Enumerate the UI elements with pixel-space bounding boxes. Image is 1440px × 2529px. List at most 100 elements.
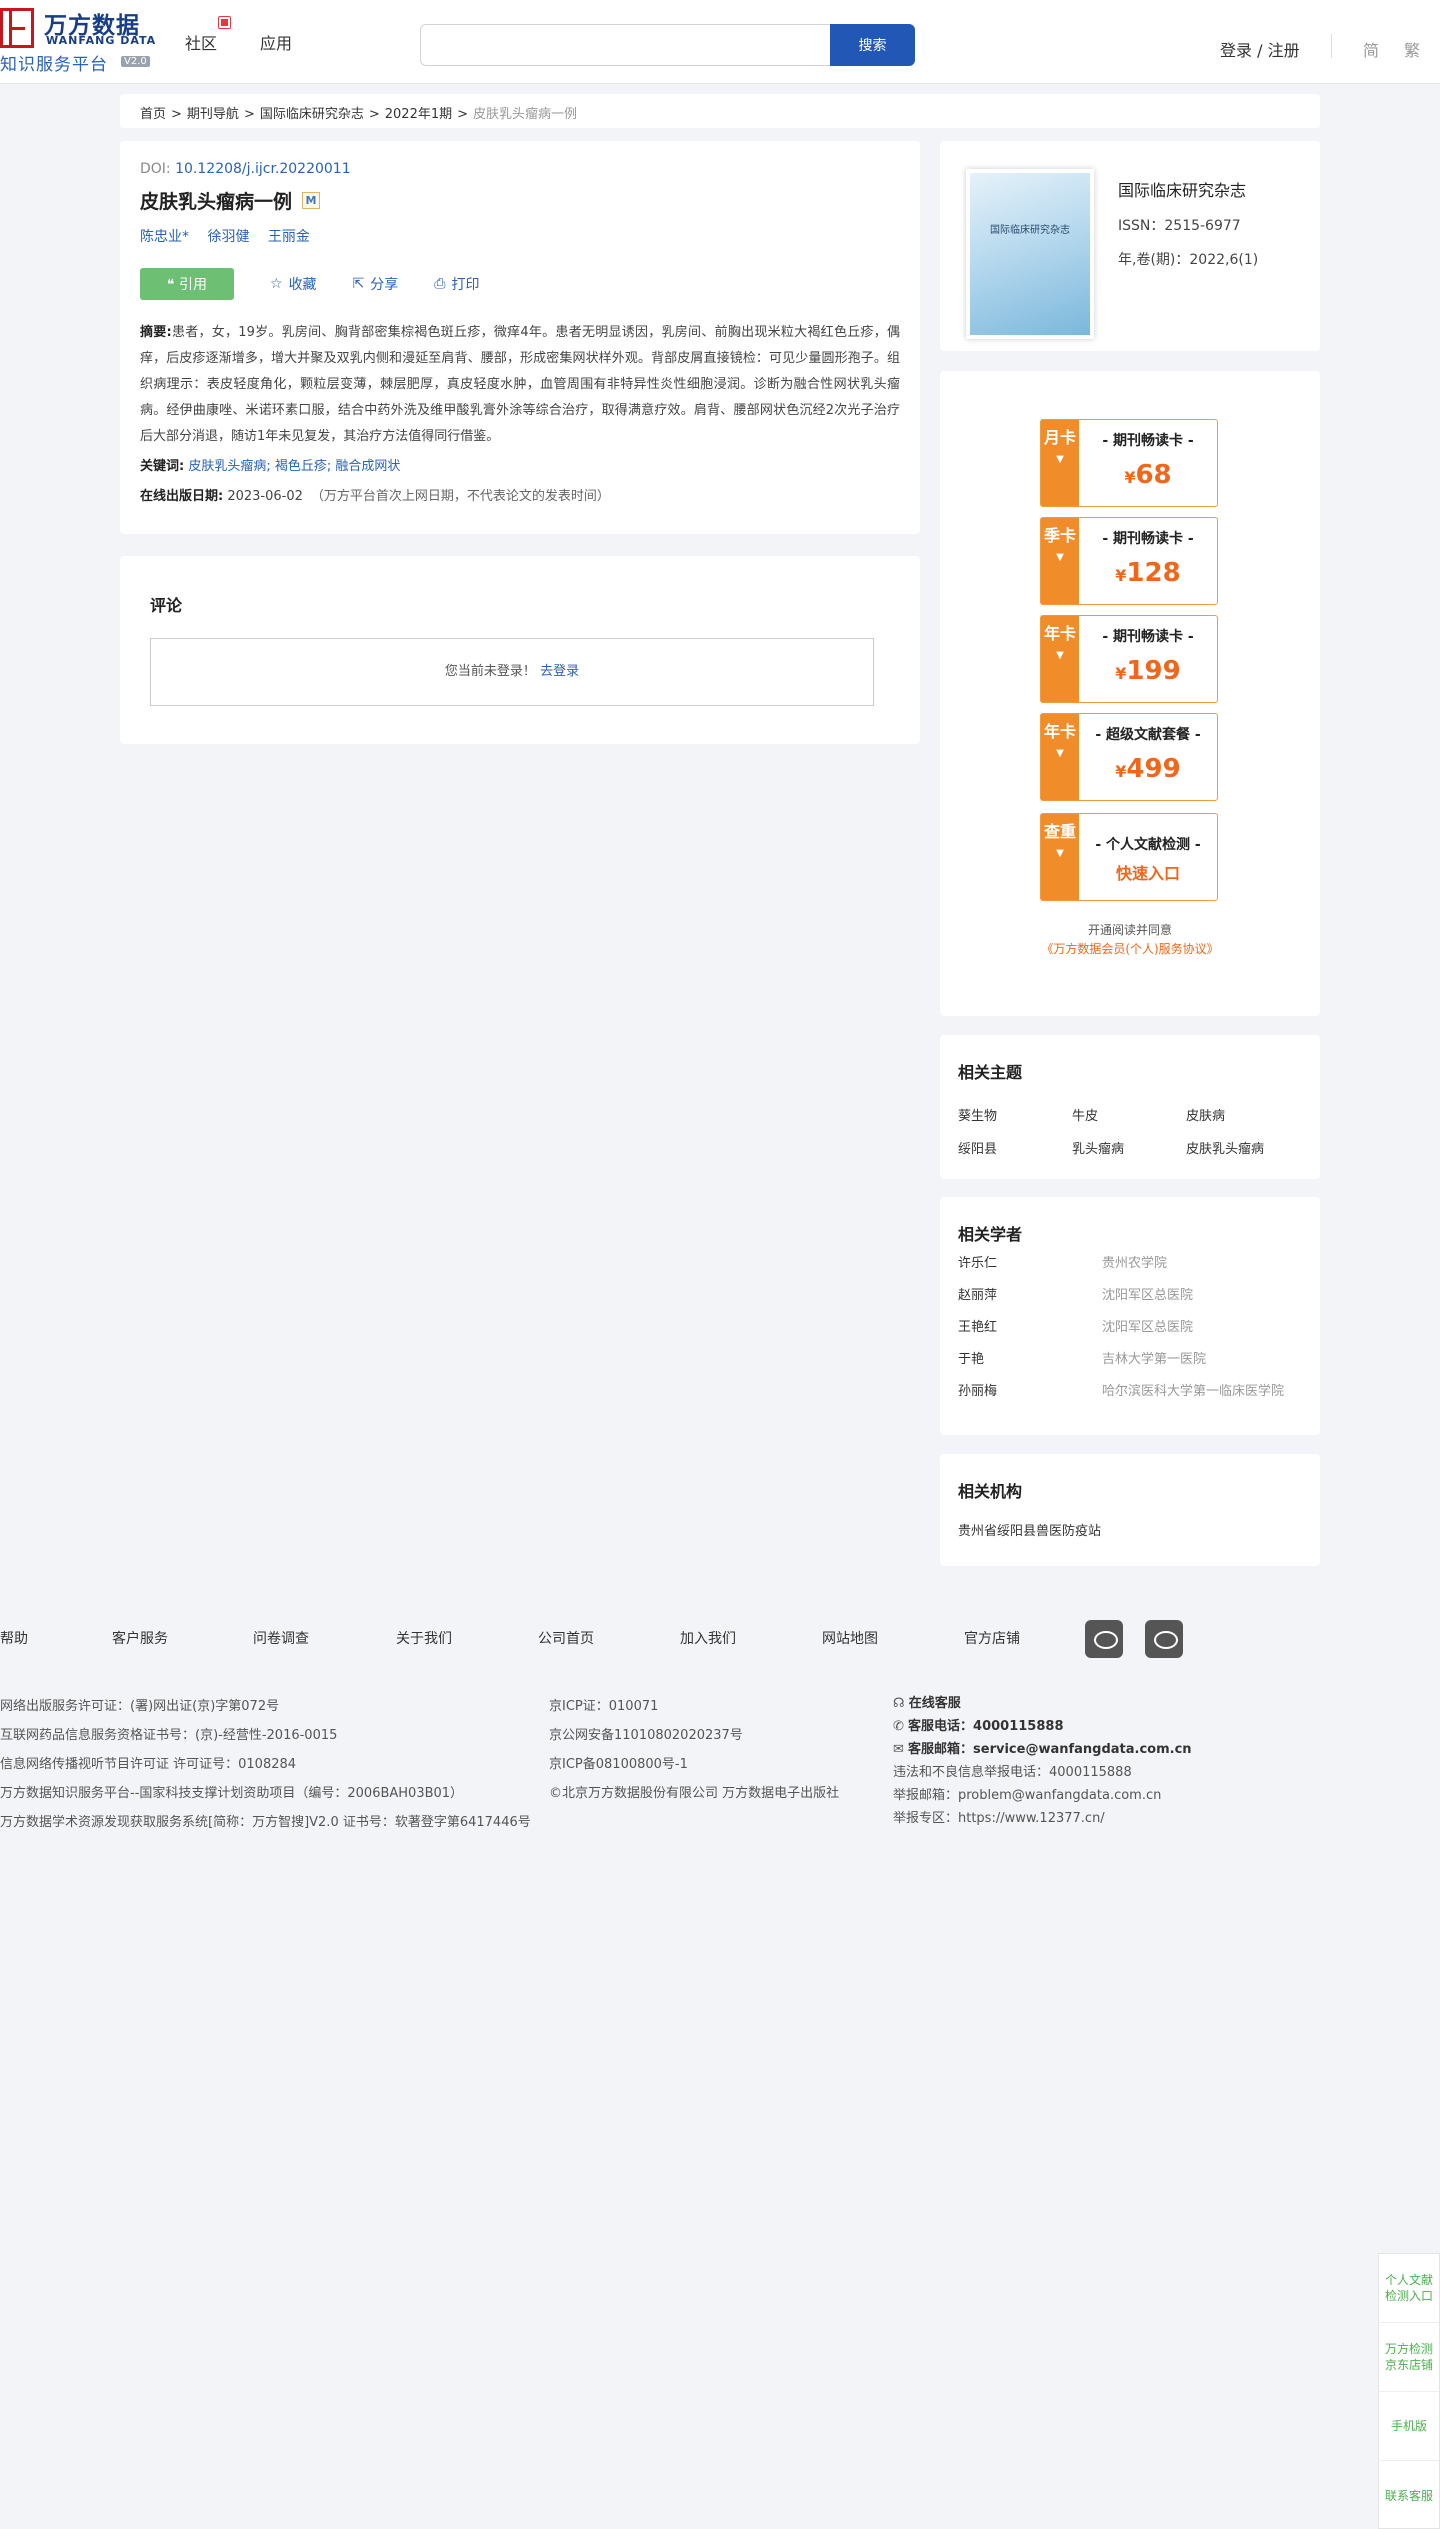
- favorite-button[interactable]: ☆ 收藏: [270, 274, 317, 294]
- vip-tag-text: 季卡: [1043, 526, 1076, 545]
- service-agreement-link[interactable]: 《万方数据会员(个人)服务协议》: [940, 940, 1320, 957]
- star-icon: ☆: [270, 276, 283, 292]
- footer-license-line: 互联网药品信息服务资格证书号：(京)-经营性-2016-0015: [0, 1728, 338, 1743]
- login-register-link[interactable]: 登录 / 注册: [1220, 37, 1300, 61]
- related-orgs-title: 相关机构: [958, 1482, 1023, 1501]
- yen-sign: ¥: [1115, 566, 1127, 585]
- vip-month-card[interactable]: 月卡 ▼ - 期刊畅读卡 - ¥68: [1040, 419, 1218, 507]
- vip-tag: 年卡 ▼: [1041, 616, 1079, 702]
- journal-cover[interactable]: 国际临床研究杂志: [966, 169, 1094, 339]
- logo-mark-icon: [0, 8, 34, 48]
- vip-tag-text: 查重: [1043, 822, 1076, 841]
- go-login-link[interactable]: 去登录: [540, 664, 579, 679]
- vip-year-card[interactable]: 年卡 ▼ - 期刊畅读卡 - ¥199: [1040, 615, 1218, 703]
- vip-price-value: 128: [1126, 558, 1181, 588]
- scholar-name[interactable]: 于艳: [958, 1348, 1102, 1367]
- double-down-arrow-icon: ▼: [1056, 650, 1064, 661]
- doi-link[interactable]: 10.12208/j.ijcr.20220011: [175, 161, 351, 177]
- footer-icp-column: 京ICP证：010071 京公网安备11010802020237号 京ICP备0…: [549, 1692, 839, 1808]
- scholar-org[interactable]: 哈尔滨医科大学第一临床医学院: [1102, 1380, 1284, 1399]
- footer-official-store[interactable]: 官方店铺: [964, 1628, 1020, 1648]
- abstract: 摘要:患者，女，19岁。乳房间、胸背部密集棕褐色斑丘疹，微痒4年。患者无明显诱因…: [140, 320, 900, 450]
- vip-price: ¥128: [1079, 558, 1217, 588]
- keyword-link[interactable]: 皮肤乳头瘤病;: [188, 459, 270, 474]
- footer-about[interactable]: 关于我们: [396, 1628, 452, 1648]
- topic-link[interactable]: 牛皮: [1072, 1105, 1186, 1124]
- cite-button[interactable]: ❝ 引用: [140, 268, 234, 300]
- float-check-entry[interactable]: 个人文献检测入口: [1379, 2254, 1439, 2323]
- float-jd-store[interactable]: 万方检测京东店铺: [1379, 2323, 1439, 2392]
- footer-license-column: 网络出版服务许可证：(署)网出证(京)字第072号 互联网药品信息服务资格证书号…: [0, 1692, 531, 1837]
- favorite-label: 收藏: [288, 277, 317, 293]
- lang-traditional[interactable]: 繁: [1404, 37, 1420, 61]
- footer-company-home[interactable]: 公司首页: [538, 1628, 594, 1648]
- site-logo[interactable]: 万方数据 WANFANG DATA 知识服务平台 V2.0: [0, 6, 160, 75]
- footer-help[interactable]: 帮助: [0, 1628, 28, 1648]
- vip-quarter-card[interactable]: 季卡 ▼ - 期刊畅读卡 - ¥128: [1040, 517, 1218, 605]
- vip-package-card[interactable]: 年卡 ▼ - 超级文献套餐 - ¥499: [1040, 713, 1218, 801]
- scholar-row: 许乐仁 贵州农学院: [958, 1245, 1302, 1277]
- author-list: 陈忠业* 徐羽健 王丽金: [140, 226, 900, 246]
- comment-card: 评论 您当前未登录！ 去登录: [120, 556, 920, 744]
- breadcrumb-journals[interactable]: 期刊导航: [187, 107, 239, 122]
- breadcrumb-journal[interactable]: 国际临床研究杂志: [260, 107, 364, 122]
- topic-link[interactable]: 绥阳县: [958, 1138, 1072, 1157]
- scholar-org[interactable]: 吉林大学第一医院: [1102, 1348, 1206, 1367]
- vip-tag: 年卡 ▼: [1041, 714, 1079, 800]
- footer-survey[interactable]: 问卷调查: [253, 1628, 309, 1648]
- weibo-icon[interactable]: [1085, 1620, 1123, 1658]
- search-button[interactable]: 搜索: [830, 24, 915, 66]
- lang-simplified[interactable]: 简: [1363, 37, 1379, 61]
- topic-link[interactable]: 皮肤病: [1186, 1105, 1300, 1124]
- footer-sitemap[interactable]: 网站地图: [822, 1628, 878, 1648]
- topic-link[interactable]: 葵生物: [958, 1105, 1072, 1124]
- author-link[interactable]: 王丽金: [268, 229, 310, 245]
- report-site[interactable]: 举报专区：https://www.12377.cn/: [893, 1807, 1192, 1830]
- scholar-org[interactable]: 沈阳军区总医院: [1102, 1284, 1193, 1303]
- share-button[interactable]: ⇱ 分享: [353, 274, 399, 294]
- org-link[interactable]: 贵州省绥阳县兽医防疫站: [958, 1520, 1302, 1539]
- scholar-org[interactable]: 沈阳军区总医院: [1102, 1316, 1193, 1335]
- abstract-label: 摘要:: [140, 325, 172, 340]
- footer-icp-line: 京ICP证：010071: [549, 1699, 659, 1714]
- nav-community[interactable]: 社区: [185, 30, 217, 54]
- wechat-icon[interactable]: [1145, 1620, 1183, 1658]
- float-mobile[interactable]: 手机版: [1379, 2392, 1439, 2461]
- footer-customer-service[interactable]: 客户服务: [112, 1628, 168, 1648]
- topic-link[interactable]: 乳头瘤病: [1072, 1138, 1186, 1157]
- double-down-arrow-icon: ▼: [1056, 454, 1064, 465]
- topic-link[interactable]: 皮肤乳头瘤病: [1186, 1138, 1300, 1157]
- journal-name[interactable]: 国际临床研究杂志: [1118, 177, 1246, 201]
- footer-license-line: 信息网络传播视听节目许可证 许可证号：0108284: [0, 1757, 297, 1772]
- vip-price: ¥68: [1079, 460, 1217, 490]
- logo-version-badge: V2.0: [121, 56, 150, 67]
- vip-title: - 期刊畅读卡 -: [1102, 433, 1194, 449]
- medical-badge-icon: M: [302, 192, 321, 209]
- breadcrumb-current: 皮肤乳头瘤病一例: [473, 107, 578, 122]
- scholar-name[interactable]: 赵丽萍: [958, 1284, 1102, 1303]
- scholar-org[interactable]: 贵州农学院: [1102, 1252, 1167, 1271]
- breadcrumb-home[interactable]: 首页: [140, 107, 166, 122]
- double-down-arrow-icon: ▼: [1056, 848, 1064, 859]
- nav-apps[interactable]: 应用: [260, 30, 292, 54]
- footer-contact-column: ☊ 在线客服 ✆ 客服电话：4000115888 ✉ 客服邮箱：service@…: [893, 1692, 1192, 1830]
- author-link[interactable]: 徐羽健: [207, 229, 249, 245]
- print-button[interactable]: ⎙ 打印: [434, 274, 479, 294]
- online-service[interactable]: ☊ 在线客服: [893, 1692, 1192, 1715]
- yen-sign: ¥: [1124, 468, 1136, 487]
- related-scholars-card: 相关学者 许乐仁 贵州农学院 赵丽萍 沈阳军区总医院 王艳红 沈阳军区总医院 于艳 吉林…: [940, 1197, 1320, 1435]
- scholar-name[interactable]: 孙丽梅: [958, 1380, 1102, 1399]
- float-contact[interactable]: 联系客服: [1379, 2461, 1439, 2529]
- author-link[interactable]: 陈忠业*: [140, 229, 189, 245]
- article-actions: ❝ 引用 ☆ 收藏 ⇱ 分享 ⎙ 打印: [140, 268, 900, 300]
- yen-sign: ¥: [1115, 664, 1127, 683]
- scholar-name[interactable]: 许乐仁: [958, 1252, 1102, 1271]
- plagiarism-check-card[interactable]: 查重 ▼ - 个人文献检测 - 快速入口: [1040, 813, 1218, 901]
- scholar-name[interactable]: 王艳红: [958, 1316, 1102, 1335]
- keyword-link[interactable]: 褐色丘疹;: [275, 459, 331, 474]
- search-input[interactable]: [420, 24, 831, 66]
- share-label: 分享: [370, 277, 399, 293]
- breadcrumb-issue[interactable]: 2022年1期: [385, 107, 452, 122]
- keyword-link[interactable]: 融合成网状: [335, 459, 400, 474]
- footer-join-us[interactable]: 加入我们: [680, 1628, 736, 1648]
